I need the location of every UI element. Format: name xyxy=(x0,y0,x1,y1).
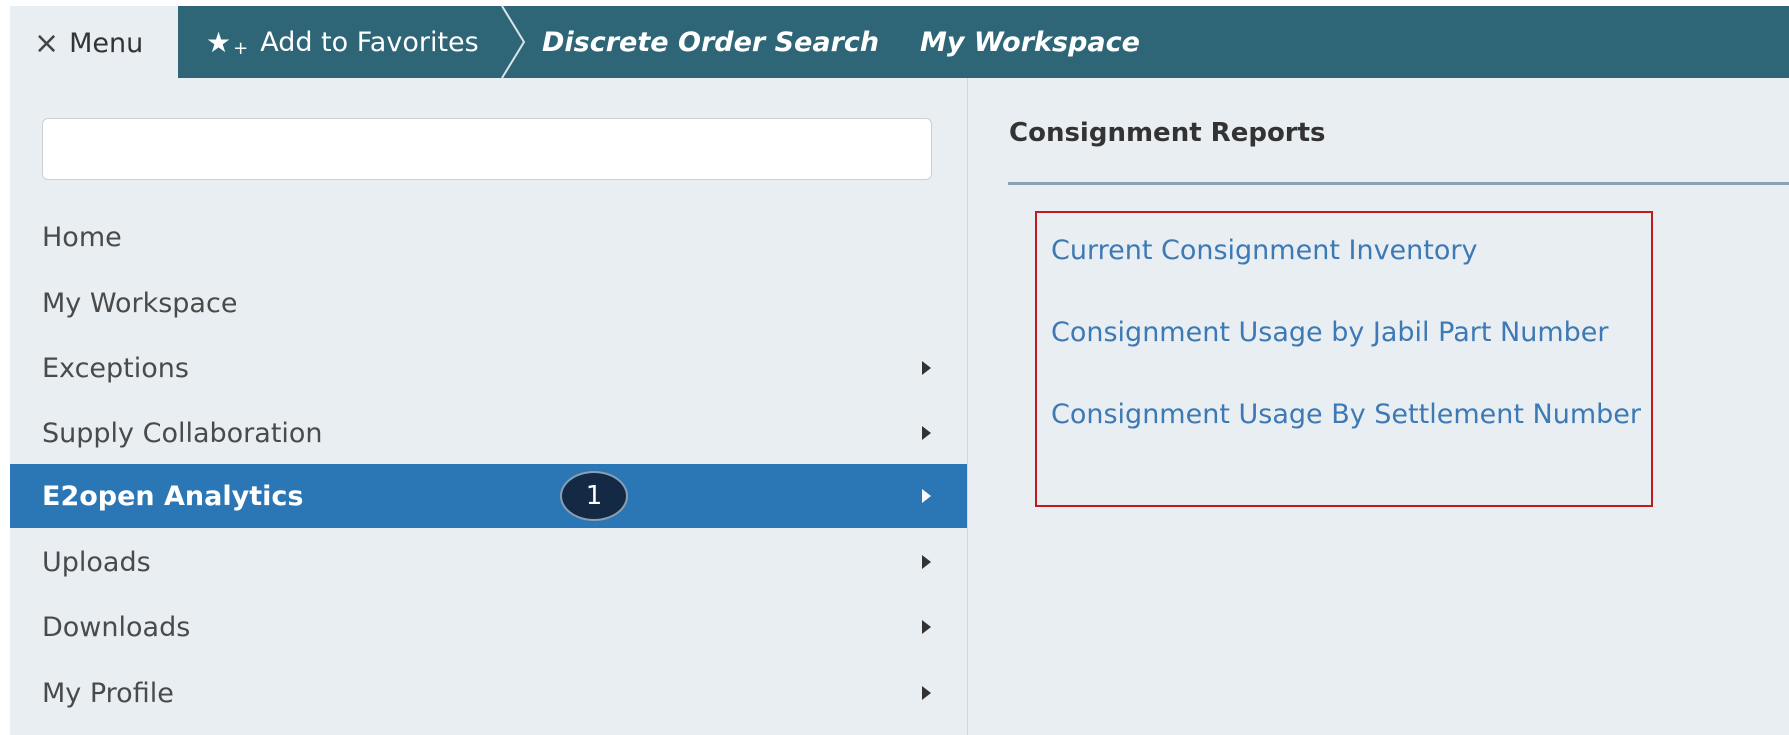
chevron-right-icon xyxy=(922,686,931,700)
star-plus-icon: ★ xyxy=(206,25,232,59)
step-number-badge: 1 xyxy=(560,471,628,521)
add-to-favorites-button[interactable]: ★ + Add to Favorites xyxy=(206,6,479,78)
report-link-current-consignment-inventory[interactable]: Current Consignment Inventory xyxy=(1051,235,1477,266)
breadcrumb-separator-icon xyxy=(501,6,526,78)
top-navigation-bar: × Menu ★ + Add to Favorites Discrete Ord… xyxy=(10,6,1789,80)
sidebar-menu: Home My Workspace Exceptions Supply Coll… xyxy=(10,78,968,735)
add-to-favorites-label: Add to Favorites xyxy=(260,26,479,58)
app-window: × Menu ★ + Add to Favorites Discrete Ord… xyxy=(10,6,1789,735)
section-title: Consignment Reports xyxy=(1009,118,1326,148)
sidebar-item-label: My Profile xyxy=(42,677,174,709)
section-divider xyxy=(1008,182,1789,185)
breadcrumb-discrete-order-search[interactable]: Discrete Order Search xyxy=(542,6,879,78)
submenu-panel: Consignment Reports Current Consignment … xyxy=(968,78,1789,735)
chevron-right-icon xyxy=(922,426,931,440)
chevron-right-icon xyxy=(922,620,931,634)
report-link-usage-by-settlement-number[interactable]: Consignment Usage By Settlement Number xyxy=(1051,399,1641,430)
menu-toggle-button[interactable]: × Menu xyxy=(10,6,178,80)
chevron-right-icon xyxy=(922,489,931,503)
sidebar-item-label: Downloads xyxy=(42,611,191,643)
sidebar-item-downloads[interactable]: Downloads xyxy=(10,595,967,659)
sidebar-item-label: Uploads xyxy=(42,546,151,578)
sidebar-item-my-workspace[interactable]: My Workspace xyxy=(10,271,967,335)
sidebar-item-label: My Workspace xyxy=(42,287,238,319)
report-link-usage-by-jabil-part-number[interactable]: Consignment Usage by Jabil Part Number xyxy=(1051,317,1608,348)
breadcrumb-my-workspace[interactable]: My Workspace xyxy=(920,6,1140,78)
sidebar-item-label: E2open Analytics xyxy=(42,480,304,512)
chevron-right-icon xyxy=(922,555,931,569)
sidebar-item-e2open-analytics[interactable]: E2open Analytics 1 xyxy=(10,464,967,528)
close-icon: × xyxy=(34,25,60,61)
sidebar-item-label: Supply Collaboration xyxy=(42,417,323,449)
chevron-right-icon xyxy=(922,361,931,375)
sidebar-item-uploads[interactable]: Uploads xyxy=(10,530,967,594)
menu-search-input[interactable] xyxy=(42,118,932,180)
sidebar-item-label: Exceptions xyxy=(42,352,189,384)
sidebar-item-home[interactable]: Home xyxy=(10,205,967,269)
sidebar-item-label: Home xyxy=(42,221,122,253)
sidebar-item-my-profile[interactable]: My Profile xyxy=(10,661,967,725)
sidebar-item-exceptions[interactable]: Exceptions xyxy=(10,336,967,400)
menu-label: Menu xyxy=(69,27,144,59)
sidebar-item-supply-collaboration[interactable]: Supply Collaboration xyxy=(10,401,967,465)
